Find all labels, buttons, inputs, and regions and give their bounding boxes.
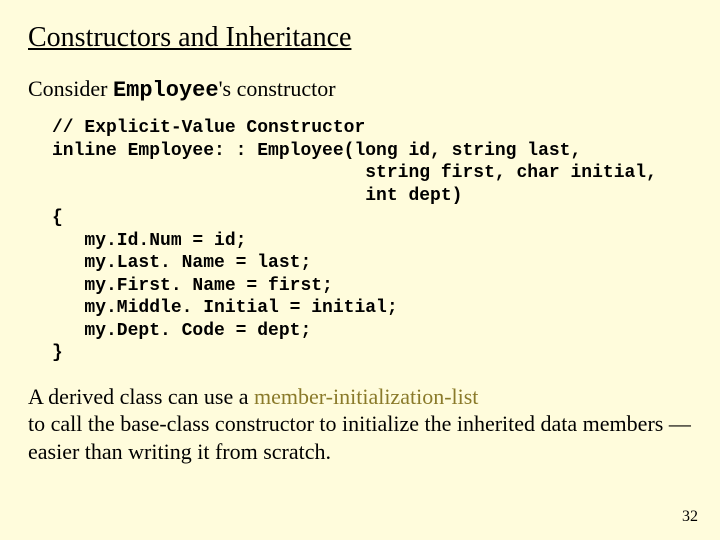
slide-title: Constructors and Inheritance — [28, 22, 692, 54]
paragraph-term: member-initialization-list — [254, 384, 478, 409]
subtitle-prefix: Consider — [28, 76, 113, 101]
paragraph-suffix: to call the base-class constructor to in… — [28, 411, 691, 464]
paragraph: A derived class can use a member-initial… — [28, 383, 692, 466]
paragraph-prefix: A derived class can use a — [28, 384, 254, 409]
subtitle: Consider Employee's constructor — [28, 76, 692, 103]
subtitle-suffix: 's constructor — [219, 76, 336, 101]
slide: Constructors and Inheritance Consider Em… — [0, 0, 720, 465]
subtitle-code: Employee — [113, 78, 219, 103]
page-number: 32 — [682, 508, 698, 526]
code-block: // Explicit-Value Constructor inline Emp… — [52, 117, 692, 365]
